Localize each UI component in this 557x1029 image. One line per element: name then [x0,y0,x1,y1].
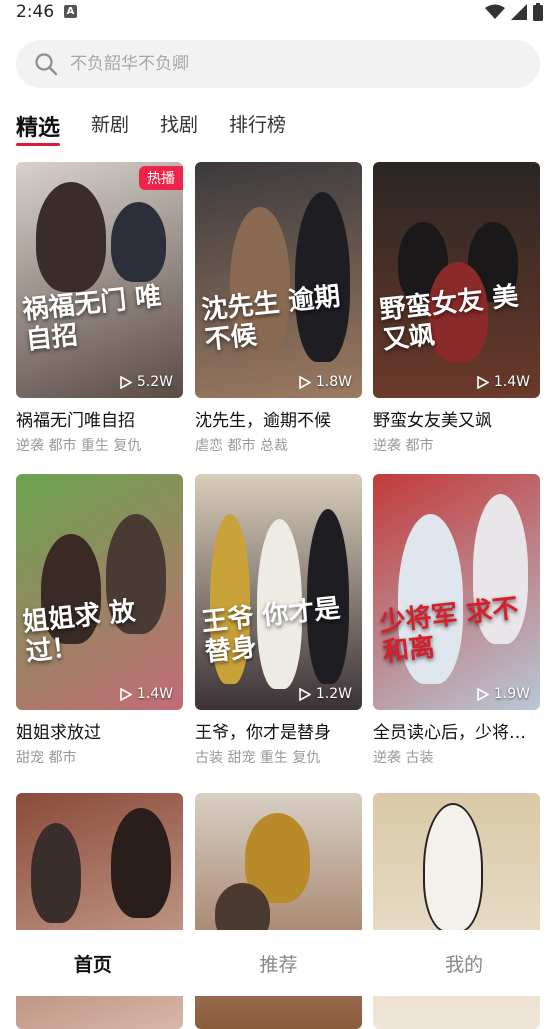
drama-poster: 王爷 你才是替身 1.2W [195,474,362,710]
drama-tags: 逆袭 古装 [373,750,434,766]
tab-featured[interactable]: 精选 [16,110,61,146]
nav-home[interactable]: 首页 [18,950,168,977]
tab-new[interactable]: 新剧 [91,110,129,146]
notification-a-icon: A [64,5,77,18]
poster-figure [111,202,166,282]
poster-figure [423,803,483,933]
tab-find[interactable]: 找剧 [160,110,198,146]
category-tabs: 精选 新剧 找剧 排行榜 [16,110,286,146]
drama-tags: 虐恋 都市 总裁 [195,438,288,454]
play-icon [477,375,489,389]
search-icon [35,53,58,76]
view-count-value: 5.2W [136,374,173,390]
drama-title[interactable]: 野蛮女友美又飒 [373,406,540,431]
status-icons [485,3,543,21]
view-count: 1.4W [120,686,173,702]
play-icon [477,687,489,701]
poster-figure [31,823,81,923]
hot-badge: 热播 [139,166,183,190]
status-bar: 2:46 A [0,0,557,26]
view-count: 1.4W [477,374,530,390]
battery-icon [533,3,543,21]
search-bar[interactable] [16,40,540,88]
view-count: 1.2W [299,686,352,702]
wifi-icon [485,4,505,19]
view-count-value: 1.8W [315,374,352,390]
play-icon [299,375,311,389]
drama-poster: 沈先生 逾期不候 1.8W [195,162,362,398]
drama-poster: 少将军 求不和离 1.9W [373,474,540,710]
drama-card[interactable]: 沈先生 逾期不候 1.8W 沈先生，逾期不候 虐恋 都市 总裁 [195,162,362,455]
drama-card[interactable]: 野蛮女友 美又飒 1.4W 野蛮女友美又飒 逆袭 都市 [373,162,540,455]
drama-card[interactable]: 王爷 你才是替身 1.2W 王爷，你才是替身 古装 甜宠 重生 复仇 [195,474,362,767]
nav-mine[interactable]: 我的 [389,950,539,977]
drama-title[interactable]: 姐姐求放过 [16,718,183,743]
drama-tags: 古装 甜宠 重生 复仇 [195,750,321,766]
view-count-value: 1.4W [136,686,173,702]
tab-ranking[interactable]: 排行榜 [229,110,286,146]
drama-card[interactable]: 少将军 求不和离 1.9W 全员读心后，少将军和离不成 逆袭 古装 [373,474,540,767]
poster-title: 祸福无门 唯自招 [21,281,163,356]
drama-card[interactable]: 姐姐求 放过！ 1.4W 姐姐求放过 甜宠 都市 [16,474,183,767]
poster-figure [36,182,106,292]
view-count-value: 1.4W [493,374,530,390]
play-icon [120,687,132,701]
status-time: 2:46 [16,2,55,22]
nav-recommend[interactable]: 推荐 [203,950,353,977]
search-input[interactable] [68,53,492,75]
view-count: 1.8W [299,374,352,390]
drama-title[interactable]: 祸福无门唯自招 [16,406,183,431]
drama-tags: 甜宠 都市 [16,750,77,766]
drama-poster: 姐姐求 放过！ 1.4W [16,474,183,710]
drama-poster: 祸福无门 唯自招 热播 5.2W [16,162,183,398]
signal-icon [511,4,527,20]
bottom-nav: 首页 推荐 我的 [0,930,557,996]
view-count: 1.9W [477,686,530,702]
view-count-value: 1.2W [315,686,352,702]
drama-title[interactable]: 全员读心后，少将军和离不成 [373,718,540,743]
drama-poster: 野蛮女友 美又飒 1.4W [373,162,540,398]
poster-figure [111,808,171,918]
drama-tags: 逆袭 都市 重生 复仇 [16,438,142,454]
play-icon [299,687,311,701]
play-icon [120,375,132,389]
drama-tags: 逆袭 都市 [373,438,434,454]
drama-title[interactable]: 沈先生，逾期不候 [195,406,362,431]
view-count: 5.2W [120,374,173,390]
drama-title[interactable]: 王爷，你才是替身 [195,718,362,743]
drama-card[interactable]: 祸福无门 唯自招 热播 5.2W 祸福无门唯自招 逆袭 都市 重生 复仇 [16,162,183,455]
poster-title: 野蛮女友 美又飒 [378,281,520,356]
view-count-value: 1.9W [493,686,530,702]
